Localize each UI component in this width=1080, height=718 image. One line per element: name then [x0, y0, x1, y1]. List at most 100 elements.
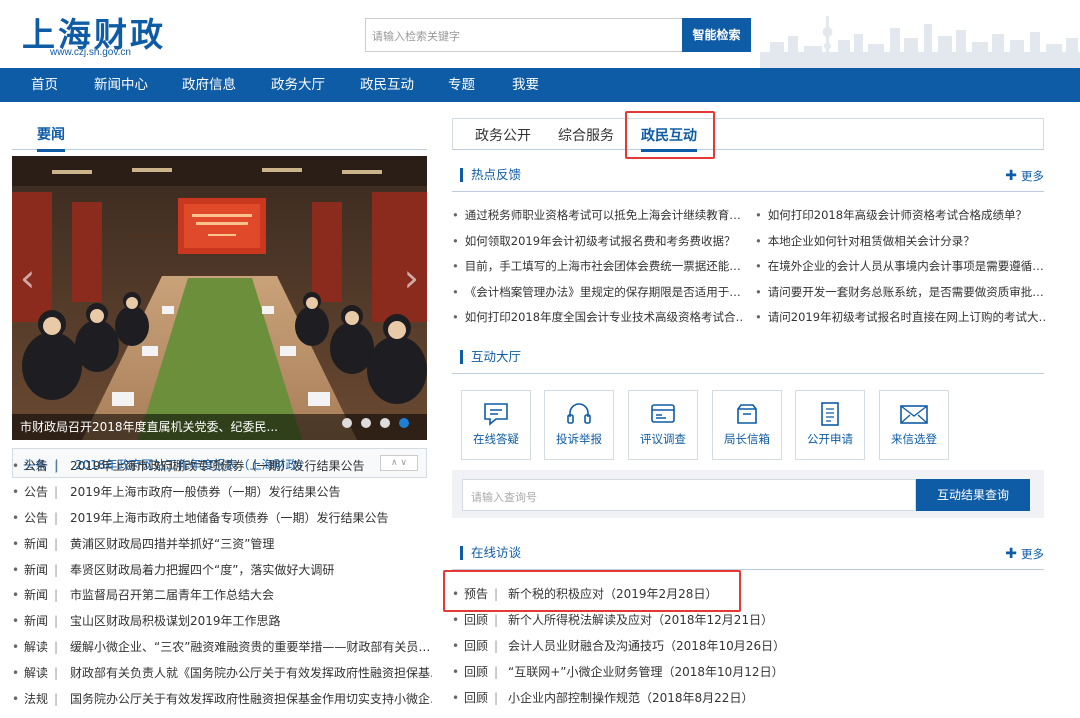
bullet-icon: • — [12, 562, 20, 577]
carousel-dot[interactable] — [361, 418, 371, 428]
item-category: 解读 — [24, 666, 49, 681]
item-link[interactable]: 2019年上海市政府一般债券（一期）发行结果公告 — [70, 485, 341, 499]
item-link[interactable]: 小企业内部控制操作规范（2018年8月22日） — [508, 691, 753, 705]
nav-item-i-want[interactable]: 我要 — [512, 68, 539, 102]
hot-feedback-link[interactable]: 《会计档案管理办法》里规定的保存期限是否适用于… — [465, 285, 741, 299]
list-item[interactable]: • 公告 | 2019年上海市政府土地储备专项债券（一期）发行结果公告 — [12, 506, 432, 532]
list-item[interactable]: • 回顾 | “互联网+”小微企业财务管理（2018年10月12日） — [452, 659, 1044, 685]
item-link[interactable]: 新个人所得税法解读及应对（2018年12月21日） — [508, 613, 773, 627]
director-mailbox-button[interactable]: 局长信箱 — [712, 390, 782, 460]
hot-feedback-link[interactable]: 请问2019年初级考试报名时直接在网上订购的考试大… — [768, 310, 1045, 324]
list-item[interactable]: • 解读 | 财政部有关负责人就《国务院办公厅关于有效发挥政府性融资担保基… — [12, 661, 432, 687]
hot-feedback-link[interactable]: 如何领取2019年会计初级考试报名费和考务费收据？ — [465, 234, 736, 248]
hot-feedback-item[interactable]: • 如何打印2018年度全国会计专业技术高级资格考试合… — [452, 305, 742, 331]
hot-feedback-header: 热点反馈 ✚ 更多 — [452, 162, 1044, 192]
plus-icon: ✚ — [1005, 168, 1017, 184]
list-item[interactable]: • 公告 | 2019年上海市政府棚改专项债券（一期）发行结果公告 — [12, 454, 432, 480]
online-interview-more-link[interactable]: ✚ 更多 — [1005, 546, 1044, 562]
nav-item-home[interactable]: 首页 — [31, 68, 58, 102]
bullet-icon: • — [12, 588, 20, 603]
item-link[interactable]: 宝山区财政局积极谋划2019年工作思路 — [70, 614, 281, 628]
hot-feedback-item[interactable]: • 如何打印2018年高级会计师资格考试合格成绩单？ — [755, 203, 1045, 229]
hot-feedback-more-link[interactable]: ✚ 更多 — [1005, 168, 1044, 184]
carousel-prev-icon[interactable]: ‹ — [20, 256, 35, 300]
carousel-dot[interactable] — [342, 418, 352, 428]
bullet-icon: • — [755, 284, 762, 299]
hot-feedback-item[interactable]: • 《会计档案管理办法》里规定的保存期限是否适用于… — [452, 280, 742, 306]
nav-item-news-center[interactable]: 新闻中心 — [94, 68, 148, 102]
disclosure-request-button[interactable]: 公开申请 — [795, 390, 865, 460]
tab-services[interactable]: 综合服务 — [558, 125, 614, 145]
hot-feedback-item[interactable]: • 请问要开发一套财务总账系统，是否需要做资质审批… — [755, 280, 1045, 306]
hot-feedback-link[interactable]: 请问要开发一套财务总账系统，是否需要做资质审批… — [768, 285, 1044, 299]
list-item[interactable]: • 新闻 | 宝山区财政局积极谋划2019年工作思路 — [12, 609, 432, 635]
item-link[interactable]: 会计人员业财融合及沟通技巧（2018年10月26日） — [508, 639, 785, 653]
nav-item-service-hall[interactable]: 政务大厅 — [271, 68, 325, 102]
item-link[interactable]: 奉贤区财政局着力把握四个“度”，落实做好大调研 — [70, 563, 334, 577]
hot-feedback-link[interactable]: 在境外企业的会计人员从事境内会计事项是需要遵循… — [768, 259, 1044, 273]
item-link[interactable]: 黄浦区财政局四措并举抓好“三资”管理 — [70, 537, 274, 551]
main-nav: 首页 新闻中心 政府信息 政务大厅 政民互动 专题 我要 — [0, 68, 1080, 102]
bullet-icon: • — [452, 259, 459, 273]
divider: | — [54, 536, 59, 551]
list-item[interactable]: • 新闻 | 市监督局召开第二届青年工作总结大会 — [12, 583, 432, 609]
item-link[interactable]: “互联网+”小微企业财务管理（2018年10月12日） — [508, 665, 784, 679]
hot-feedback-item[interactable]: • 如何领取2019年会计初级考试报名费和考务费收据？ — [452, 229, 742, 255]
list-item[interactable]: • 公告 | 2019年上海市政府一般债券（一期）发行结果公告 — [12, 480, 432, 506]
list-item[interactable]: • 法规 | 国务院办公厅关于有效发挥政府性融资担保基金作用切实支持小微企… — [12, 687, 432, 713]
bullet-icon: • — [452, 665, 460, 679]
item-link[interactable]: 缓解小微企业、“三农”融资难融资贵的重要举措——财政部有关员… — [70, 640, 430, 654]
item-link[interactable]: 2019年上海市政府棚改专项债券（一期）发行结果公告 — [70, 459, 365, 473]
search-button[interactable]: 智能检索 — [682, 18, 751, 52]
city-skyline-image — [760, 16, 1080, 68]
carousel-dot[interactable] — [380, 418, 390, 428]
headset-icon — [567, 403, 591, 424]
hot-feedback-link[interactable]: 如何打印2018年度全国会计专业技术高级资格考试合… — [465, 310, 742, 324]
news-section-header: 要闻 — [12, 118, 427, 152]
bullet-icon: • — [452, 208, 459, 222]
list-item[interactable]: • 解读 | 缓解小微企业、“三农”融资难融资贵的重要举措——财政部有关员… — [12, 635, 432, 661]
list-item[interactable]: • 新闻 | 奉贤区财政局着力把握四个“度”，落实做好大调研 — [12, 558, 432, 584]
hot-feedback-item[interactable]: • 通过税务师职业资格考试可以抵免上海会计继续教育… — [452, 203, 742, 229]
complaint-report-button[interactable]: 投诉举报 — [544, 390, 614, 460]
search-input[interactable]: 请输入检索关键字 — [365, 18, 683, 52]
hot-feedback-item[interactable]: • 在境外企业的会计人员从事境内会计事项是需要遵循… — [755, 254, 1045, 280]
item-category: 法规 — [24, 692, 49, 707]
carousel-next-icon[interactable]: › — [404, 256, 419, 300]
bullet-icon: • — [755, 310, 762, 324]
divider: | — [54, 510, 59, 525]
item-category: 回顾 — [464, 639, 489, 653]
item-link[interactable]: 2019年上海市政府土地储备专项债券（一期）发行结果公告 — [70, 511, 389, 525]
query-number-input[interactable]: 请输入查询号 — [462, 479, 916, 511]
item-link[interactable]: 财政部有关负责人就《国务院办公厅关于有效发挥政府性融资担保基… — [70, 666, 432, 680]
nav-item-gov-info[interactable]: 政府信息 — [182, 68, 236, 102]
list-item[interactable]: • 回顾 | 小企业内部控制操作规范（2018年8月22日） — [452, 685, 1044, 711]
carousel-dot-active[interactable] — [399, 418, 409, 428]
divider: | — [54, 459, 59, 473]
document-icon — [821, 402, 839, 426]
hot-feedback-link[interactable]: 目前，手工填写的上海市社会团体会费统一票据还能… — [465, 259, 741, 273]
list-item[interactable]: • 回顾 | 会计人员业财融合及沟通技巧（2018年10月26日） — [452, 633, 1044, 659]
hot-feedback-item[interactable]: • 请问2019年初级考试报名时直接在网上订购的考试大… — [755, 305, 1045, 331]
list-item[interactable]: • 新闻 | 黄浦区财政局四措并举抓好“三资”管理 — [12, 532, 432, 558]
nav-item-interaction[interactable]: 政民互动 — [360, 68, 414, 102]
query-panel: 请输入查询号 互动结果查询 — [452, 470, 1044, 518]
nav-item-topics[interactable]: 专题 — [448, 68, 475, 102]
bullet-icon: • — [755, 233, 762, 248]
hot-feedback-item[interactable]: • 本地企业如何针对租赁做相关会计分录？ — [755, 229, 1045, 255]
hot-feedback-link[interactable]: 如何打印2018年高级会计师资格考试合格成绩单？ — [768, 208, 1027, 222]
tab-gov-affairs[interactable]: 政务公开 — [475, 125, 531, 145]
item-category: 回顾 — [464, 691, 489, 705]
letters-selected-button[interactable]: 来信选登 — [879, 390, 949, 460]
item-link[interactable]: 国务院办公厅关于有效发挥政府性融资担保基金作用切实支持小微企… — [70, 692, 432, 706]
item-link[interactable]: 市监督局召开第二届青年工作总结大会 — [70, 588, 274, 602]
survey-button[interactable]: 评议调查 — [628, 390, 698, 460]
item-category: 新闻 — [24, 614, 49, 629]
hot-feedback-link[interactable]: 本地企业如何针对租赁做相关会计分录？ — [768, 234, 975, 248]
news-section-title[interactable]: 要闻 — [37, 124, 65, 152]
hot-feedback-link[interactable]: 通过税务师职业资格考试可以抵免上海会计继续教育… — [465, 208, 741, 222]
envelope-icon — [900, 405, 928, 424]
query-result-button[interactable]: 互动结果查询 — [916, 479, 1030, 511]
online-qa-button[interactable]: 在线答疑 — [461, 390, 531, 460]
hot-feedback-item[interactable]: • 目前，手工填写的上海市社会团体会费统一票据还能… — [452, 254, 742, 280]
